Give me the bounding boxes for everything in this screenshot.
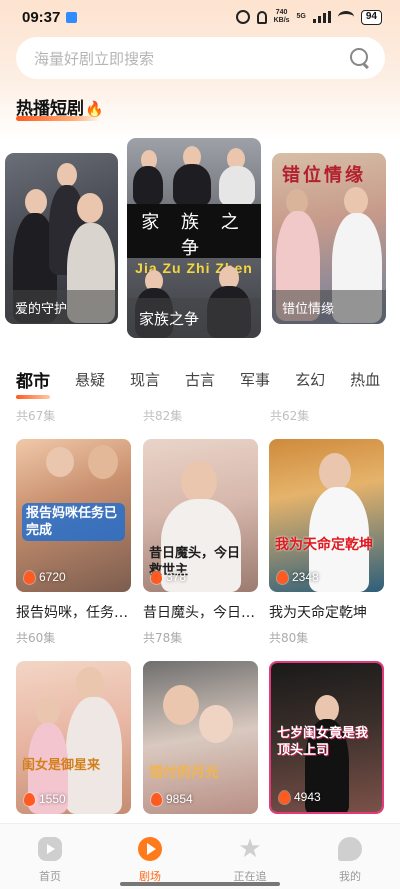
nav-label: 我的	[339, 870, 361, 883]
drama-poster: 七岁闺女竟是我顶头上司 4943	[269, 661, 384, 814]
wifi-icon	[337, 11, 354, 23]
mute-icon	[256, 10, 267, 24]
search-bar[interactable]: 海量好剧立即搜索	[16, 37, 385, 79]
episode-count: 共60集	[16, 631, 56, 645]
drama-card[interactable]: 七岁闺女竟是我顶头上司 4943	[269, 661, 384, 814]
section-underline	[16, 116, 100, 121]
drama-poster: 昔日魔头，今日救世主 378	[143, 439, 258, 592]
net-speed-unit: KB/s	[273, 17, 290, 24]
drama-title: 爱的守护	[5, 290, 118, 324]
poster-title-art: 我为天命定乾坤	[275, 537, 373, 553]
tab-xianyan[interactable]: 现言	[130, 369, 160, 395]
tab-dushi[interactable]: 都市	[16, 367, 50, 395]
network-type: 5G	[296, 13, 306, 20]
hot-drama-card-featured[interactable]: 家 族 之 争 Jia Zu Zhi Zhen 家族之争	[127, 138, 261, 338]
peek-episodes: 共67集	[16, 409, 56, 423]
drama-card[interactable]: 闺女是御星来 1550	[16, 661, 131, 814]
profile-icon	[338, 837, 362, 861]
status-icons: 740 KB/s 5G 94	[235, 9, 382, 25]
flame-icon	[24, 792, 35, 806]
nav-following[interactable]: ★ 正在追	[200, 824, 300, 889]
view-count: 4943	[279, 790, 321, 804]
poster-title-art: 报告妈咪任务已完成	[22, 503, 125, 541]
net-speed-value: 740	[275, 9, 288, 16]
view-count: 2348	[277, 570, 319, 584]
poster-banner: 家 族 之 争 Jia Zu Zhi Zhen	[127, 204, 261, 276]
net-speed: 740 KB/s	[274, 9, 290, 25]
home-icon	[38, 837, 62, 861]
battery-icon: 94	[360, 9, 382, 25]
hot-drama-card[interactable]: 爱的守护	[5, 153, 118, 324]
drama-poster: 报告妈咪任务已完成 6720	[16, 439, 131, 592]
alarm-icon	[235, 10, 250, 24]
flame-icon	[277, 570, 288, 584]
drama-poster: 我为天命定乾坤 2348	[269, 439, 384, 592]
poster-overlay-text: 错位情缘	[282, 165, 366, 186]
poster-title-art: 七岁闺女竟是我顶头上司	[277, 726, 369, 758]
poster-title-art: 错付的月光	[149, 765, 219, 781]
peek-episodes: 共62集	[270, 409, 310, 423]
theater-icon	[138, 837, 162, 861]
nav-label: 首页	[39, 870, 61, 883]
drama-title: 昔日魔头，今日救世主	[143, 605, 258, 621]
signal-icon	[312, 11, 331, 23]
tab-guyan[interactable]: 古言	[185, 369, 215, 395]
home-indicator[interactable]	[120, 882, 280, 886]
flame-icon	[151, 570, 162, 584]
search-input[interactable]: 海量好剧立即搜索	[34, 48, 154, 69]
tab-junshi[interactable]: 军事	[240, 369, 270, 395]
bottom-navigation: 首页 剧场 ★ 正在追 我的	[0, 823, 400, 889]
tab-xuanyi[interactable]: 悬疑	[75, 369, 105, 395]
nav-theater[interactable]: 剧场	[100, 824, 200, 889]
app-notification-icon	[66, 12, 78, 23]
view-count: 6720	[24, 570, 66, 584]
view-count: 1550	[24, 792, 66, 806]
poster-title-art: 闺女是御星来	[22, 758, 101, 773]
drama-card[interactable]: 错付的月光 9854	[143, 661, 258, 814]
drama-title: 我为天命定乾坤	[269, 605, 367, 621]
view-count: 378	[151, 570, 186, 584]
category-tabs: 都市 悬疑 现言 古言 军事 玄幻 热血	[16, 369, 400, 395]
drama-card[interactable]: 我为天命定乾坤 2348 我为天命定乾坤 共80集	[269, 439, 384, 646]
tab-xuanhuan[interactable]: 玄幻	[295, 369, 325, 395]
view-count: 9854	[151, 792, 193, 806]
poster-title-cn: 家 族 之 争	[141, 212, 247, 259]
drama-poster: 闺女是御星来 1550	[16, 661, 131, 814]
status-bar: 09:37 740 KB/s 5G 94	[0, 0, 400, 34]
drama-card[interactable]: 昔日魔头，今日救世主 378 昔日魔头，今日救世主 共78集	[143, 439, 258, 646]
drama-poster: 错付的月光 9854	[143, 661, 258, 814]
tab-rexue[interactable]: 热血	[350, 369, 380, 395]
drama-title: 错位情缘	[272, 290, 386, 324]
hot-drama-card[interactable]: 错位情缘 错位情缘	[272, 153, 386, 324]
flame-icon	[24, 570, 35, 584]
nav-profile[interactable]: 我的	[300, 824, 400, 889]
flame-icon	[151, 792, 162, 806]
peek-episodes: 共82集	[143, 409, 183, 423]
flame-icon	[279, 790, 290, 804]
drama-title: 报告妈咪，任务已完成	[16, 605, 131, 621]
drama-title: 家族之争	[127, 298, 261, 338]
drama-card[interactable]: 报告妈咪任务已完成 6720 报告妈咪，任务已完成 共60集	[16, 439, 131, 646]
episode-count: 共78集	[143, 631, 183, 645]
status-time: 09:37	[22, 8, 61, 26]
nav-home[interactable]: 首页	[0, 824, 100, 889]
star-icon: ★	[238, 834, 262, 864]
search-icon[interactable]	[349, 47, 371, 69]
episode-count: 共80集	[269, 631, 309, 645]
active-tab-indicator	[16, 395, 50, 399]
